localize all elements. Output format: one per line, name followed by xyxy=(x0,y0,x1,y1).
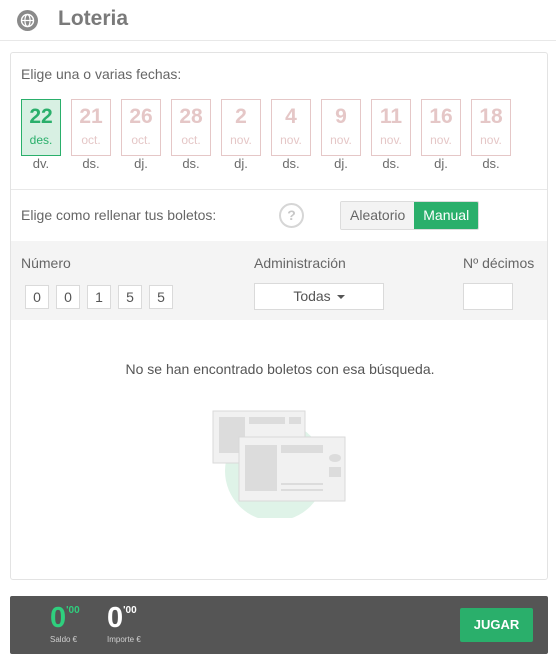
administration-value: Todas xyxy=(293,288,331,304)
divider xyxy=(11,189,547,190)
date-box[interactable]: 18 nov. xyxy=(471,99,511,156)
caret-down-icon xyxy=(336,295,345,300)
number-digit-input[interactable]: 5 xyxy=(118,285,142,309)
empty-tickets-illustration xyxy=(212,410,346,518)
random-option-button[interactable]: Aleatorio xyxy=(341,202,415,229)
globe-icon xyxy=(17,10,38,31)
date-day: 11 xyxy=(379,105,403,128)
ticket-filters: Número 0 0 1 5 5 Administración Todas Nº… xyxy=(11,241,547,320)
date-option[interactable]: 16 nov. dj. xyxy=(421,99,461,171)
date-weekday: dj. xyxy=(234,156,248,171)
decimos-label: Nº décimos xyxy=(463,255,535,271)
administration-label: Administración xyxy=(254,255,346,271)
total-amount: 0'00 Importe € xyxy=(107,603,141,644)
date-day: 28 xyxy=(179,105,203,128)
date-weekday: dv. xyxy=(32,156,50,171)
date-box[interactable]: 28 oct. xyxy=(171,99,211,156)
number-digit-input[interactable]: 5 xyxy=(149,285,173,309)
balance-cents: '00 xyxy=(66,605,80,616)
date-weekday: ds. xyxy=(382,156,400,171)
date-month: nov. xyxy=(280,133,302,147)
date-box[interactable]: 4 nov. xyxy=(271,99,311,156)
balance-value: 0 xyxy=(50,602,67,634)
date-weekday: dj. xyxy=(334,156,348,171)
number-digit-input[interactable]: 1 xyxy=(87,285,111,309)
date-day: 9 xyxy=(335,105,347,128)
lottery-page: Loteria Elige una o varias fechas: 22 de… xyxy=(0,0,556,661)
date-month: nov. xyxy=(230,133,252,147)
balance-caption: Saldo € xyxy=(50,635,78,644)
number-label: Número xyxy=(21,255,71,271)
checkout-bar: 0'00 Saldo € 0'00 Importe € JUGAR xyxy=(10,596,548,654)
date-box[interactable]: 21 oct. xyxy=(71,99,111,156)
lottery-card: Elige una o varias fechas: 22 des. dv. 2… xyxy=(10,52,548,580)
date-box[interactable]: 16 nov. xyxy=(421,99,461,156)
dates-label: Elige una o varias fechas: xyxy=(21,66,182,82)
date-option[interactable]: 2 nov. dj. xyxy=(221,99,261,171)
date-option[interactable]: 18 nov. ds. xyxy=(471,99,511,171)
date-month: nov. xyxy=(330,133,352,147)
date-option[interactable]: 26 oct. dj. xyxy=(121,99,161,171)
play-button[interactable]: JUGAR xyxy=(460,608,533,642)
date-month: nov. xyxy=(380,133,402,147)
date-day: 22 xyxy=(29,105,53,128)
date-option[interactable]: 21 oct. ds. xyxy=(71,99,111,171)
date-day: 2 xyxy=(235,105,247,128)
date-month: oct. xyxy=(181,133,201,147)
total-cents: '00 xyxy=(123,605,137,616)
date-box[interactable]: 2 nov. xyxy=(221,99,261,156)
manual-option-button[interactable]: Manual xyxy=(414,202,479,229)
date-month: oct. xyxy=(81,133,101,147)
number-digit-input[interactable]: 0 xyxy=(25,285,49,309)
date-day: 21 xyxy=(79,105,103,128)
total-caption: Importe € xyxy=(107,635,141,644)
fill-mode-label: Elige como rellenar tus boletos: xyxy=(21,207,217,223)
date-selector: 22 des. dv. 21 oct. ds. 26 oct. dj. 28 o… xyxy=(21,99,521,171)
date-box[interactable]: 22 des. xyxy=(21,99,61,156)
date-weekday: ds. xyxy=(282,156,300,171)
date-option[interactable]: 22 des. dv. xyxy=(21,99,61,171)
decimos-input[interactable] xyxy=(463,283,513,310)
date-month: nov. xyxy=(430,133,452,147)
date-weekday: dj. xyxy=(134,156,148,171)
number-digit-input[interactable]: 0 xyxy=(56,285,80,309)
page-title: Loteria xyxy=(58,7,129,30)
date-box[interactable]: 9 nov. xyxy=(321,99,361,156)
date-box[interactable]: 11 nov. xyxy=(371,99,411,156)
date-month: des. xyxy=(29,133,53,147)
date-day: 4 xyxy=(285,105,297,128)
date-day: 18 xyxy=(479,105,503,128)
date-option[interactable]: 28 oct. ds. xyxy=(171,99,211,171)
date-weekday: ds. xyxy=(482,156,500,171)
date-weekday: dj. xyxy=(434,156,448,171)
fill-mode-toggle: Aleatorio Manual xyxy=(340,201,480,230)
date-day: 16 xyxy=(429,105,453,128)
date-option[interactable]: 11 nov. ds. xyxy=(371,99,411,171)
date-day: 26 xyxy=(129,105,153,128)
help-icon[interactable]: ? xyxy=(279,203,304,228)
total-value: 0 xyxy=(107,602,124,634)
administration-select[interactable]: Todas xyxy=(254,283,384,310)
date-month: nov. xyxy=(480,133,502,147)
date-weekday: ds. xyxy=(82,156,100,171)
balance-amount: 0'00 Saldo € xyxy=(50,603,80,644)
page-header: Loteria xyxy=(0,0,556,41)
date-option[interactable]: 4 nov. ds. xyxy=(271,99,311,171)
empty-results-message: No se han encontrado boletos con esa bús… xyxy=(125,361,435,377)
date-box[interactable]: 26 oct. xyxy=(121,99,161,156)
date-weekday: ds. xyxy=(182,156,200,171)
date-month: oct. xyxy=(131,133,151,147)
date-option[interactable]: 9 nov. dj. xyxy=(321,99,361,171)
